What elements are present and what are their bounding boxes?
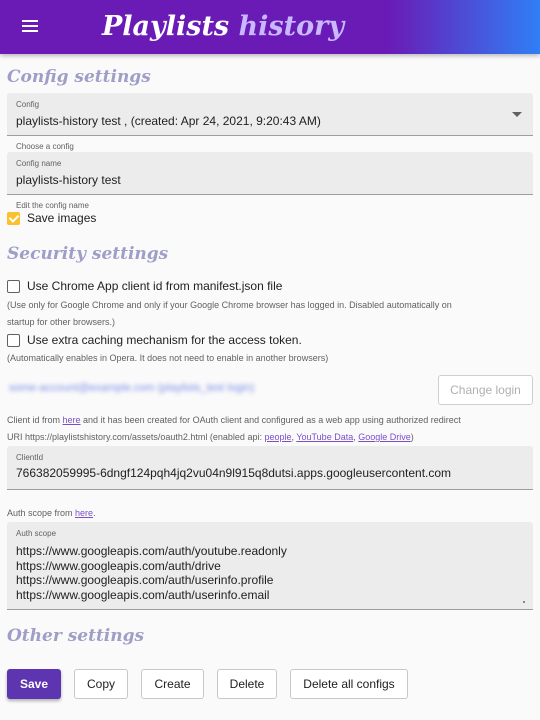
chrome-client-label: Use Chrome App client id from manifest.j… [27,279,283,293]
config-select-label: Config [16,100,40,109]
resize-grip-icon[interactable] [523,601,525,603]
google-drive-api-link[interactable]: Google Drive [358,432,411,442]
auth-scope-textarea[interactable]: Auth scope https://www.googleapis.com/au… [7,522,533,610]
client-id-description: Client id from here and it has been crea… [7,412,533,446]
config-name-field[interactable]: Config name playlists-history test [7,152,533,195]
client-desc-suffix: ) [410,432,414,442]
client-id-value: 766382059995-6dngf124pqh4jq2vu04n9l915q8… [16,466,452,480]
change-login-button[interactable]: Change login [438,375,533,405]
create-button[interactable]: Create [141,669,204,699]
auth-scope-label: Auth scope [16,529,57,538]
chrome-client-check-box[interactable] [7,280,20,293]
auth-scope-suffix: . [93,508,96,518]
config-select-value: playlists-history test , (created: Apr 2… [16,114,321,128]
client-id-field[interactable]: ClientId 766382059995-6dngf124pqh4jq2vu0… [7,446,533,490]
auth-scope-line: https://www.googleapis.com/auth/youtube.… [16,544,287,558]
auth-scope-line: https://www.googleapis.com/auth/drive [16,558,221,573]
config-name-label: Config name [16,159,62,168]
config-name-value: playlists-history test [16,173,121,187]
extra-caching-note: (Automatically enables in Opera. It does… [7,353,329,363]
extra-caching-label: Use extra caching mechanism for the acce… [27,333,302,347]
auth-scope-here-link[interactable]: here [75,508,93,518]
app-title-part1: Playlists [102,11,230,42]
auth-scope-from-text: Auth scope from here. [7,505,96,522]
auth-scope-line: https://www.googleapis.com/auth/userinfo… [16,587,270,602]
copy-button[interactable]: Copy [74,669,128,699]
app-bar: Playlists history [0,0,540,54]
delete-all-configs-button[interactable]: Delete all configs [290,669,408,699]
extra-caching-check-box[interactable] [7,334,20,347]
security-settings-heading: Security settings [7,244,169,264]
save-images-check-box[interactable] [7,212,20,225]
app-title-part2: history [238,11,345,42]
account-email-blurred: some-account@example.com (playlists_test… [9,382,255,394]
config-name-hint: Edit the config name [16,201,89,210]
save-images-label: Save images [27,211,97,225]
chrome-client-note-line1: (Use only for Google Chrome and only if … [7,300,452,310]
auth-scope-lines: https://www.googleapis.com/auth/youtube.… [16,544,287,602]
chevron-down-icon[interactable] [512,112,522,117]
config-select-hint: Choose a config [16,142,74,151]
chrome-client-note-line2: startup for other browsers.) [7,317,116,327]
client-desc-line2: URI https://playlistshistory.com/assets/… [7,432,265,442]
youtube-data-api-link[interactable]: YouTube Data [296,432,353,442]
config-select[interactable]: Config playlists-history test , (created… [7,93,533,136]
auth-scope-line: https://www.googleapis.com/auth/userinfo… [16,573,274,587]
client-desc-middle: and it has been created for OAuth client… [80,415,461,425]
client-id-here-link[interactable]: here [63,415,81,425]
save-button[interactable]: Save [7,669,61,699]
people-api-link[interactable]: people [264,432,291,442]
client-desc-prefix: Client id from [7,415,63,425]
app-title: Playlists history [102,7,344,47]
other-settings-heading: Other settings [7,626,145,646]
menu-icon[interactable] [13,13,47,41]
auth-scope-prefix: Auth scope from [7,508,76,518]
delete-button[interactable]: Delete [217,669,277,699]
client-id-label: ClientId [16,453,44,462]
config-settings-heading: Config settings [7,67,151,87]
